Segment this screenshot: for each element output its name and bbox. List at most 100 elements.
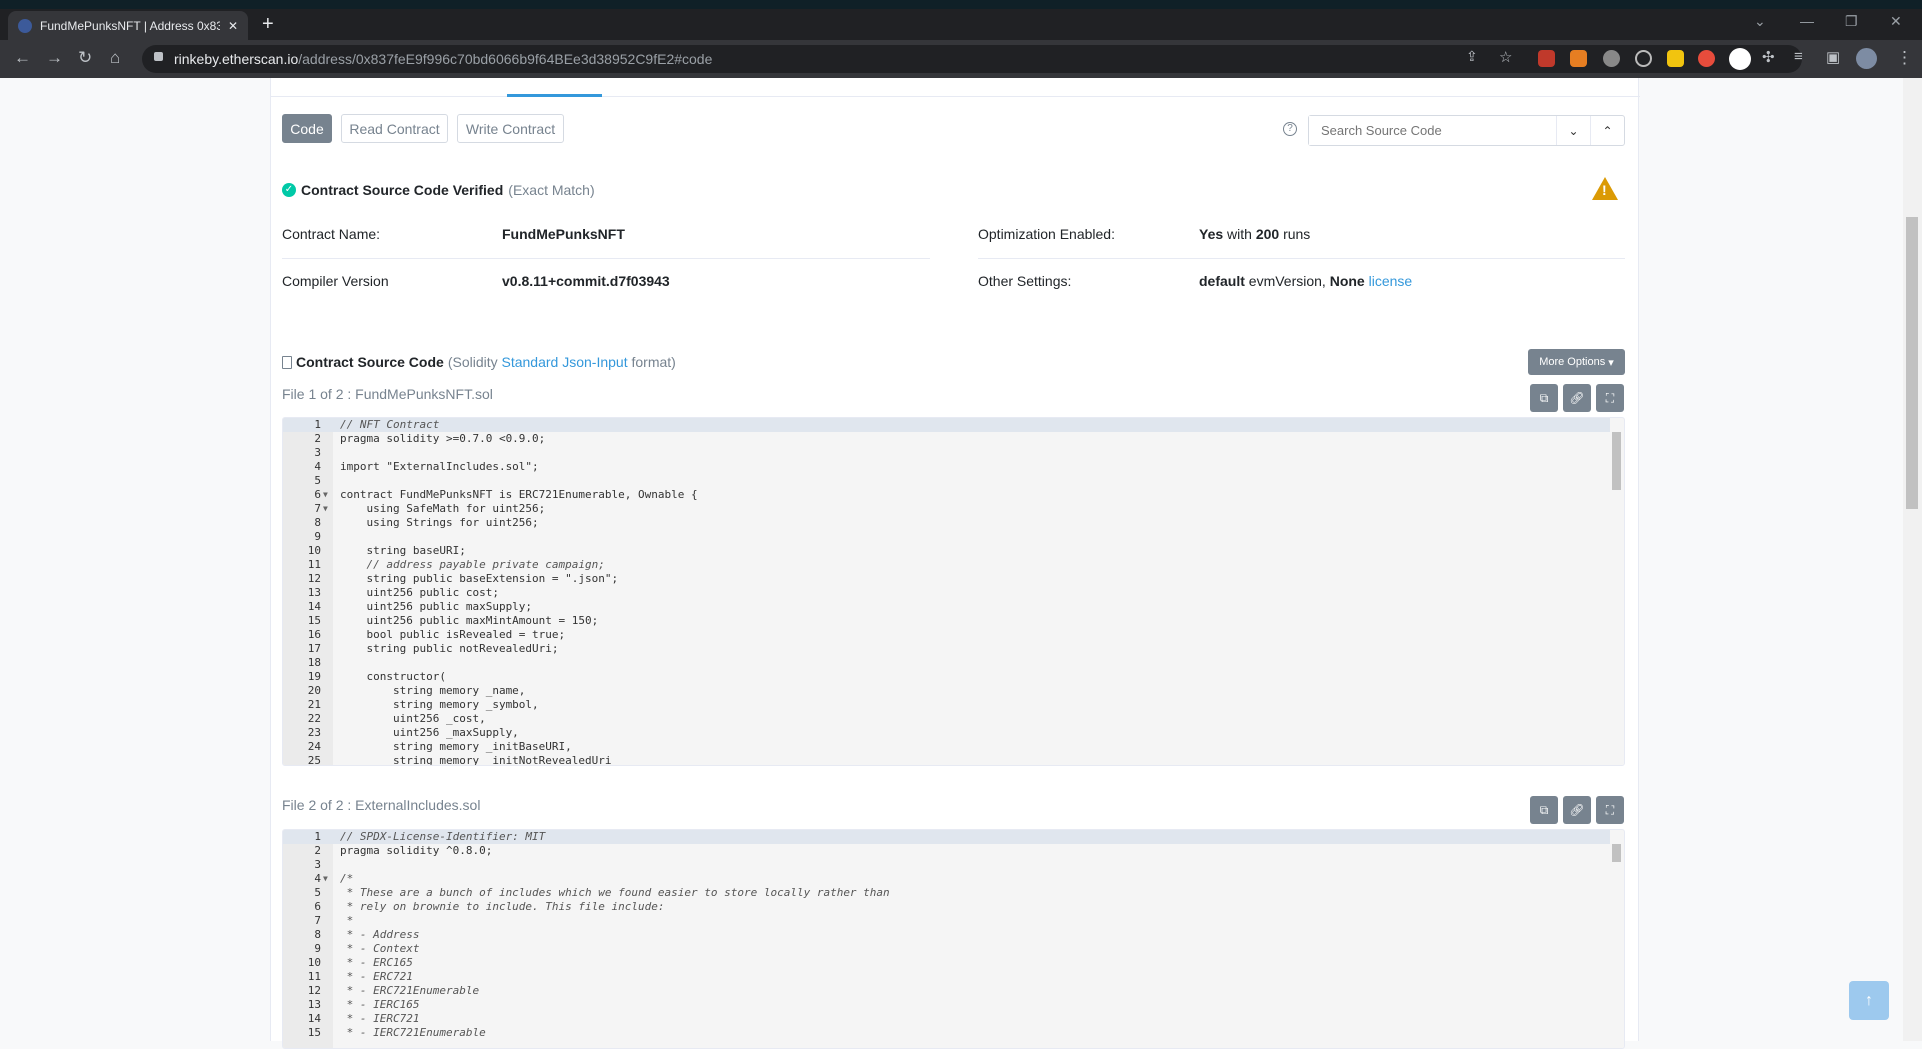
code-text: uint256 public cost; [340, 586, 499, 599]
standard-json-input-link[interactable]: Standard Json-Input [502, 354, 628, 370]
line-number: 24 [307, 740, 321, 753]
copy-icon[interactable]: ⧉ [1530, 796, 1558, 824]
line-number: 3 [314, 858, 321, 871]
editor-scrollbar-thumb[interactable] [1612, 432, 1621, 490]
extension-icon[interactable] [1667, 50, 1684, 67]
profile-avatar[interactable] [1856, 48, 1877, 69]
code-editor-file-2[interactable]: 1 // SPDX-License-Identifier: MIT 2 pragma … [282, 829, 1625, 1049]
verified-title: Contract Source Code Verified [301, 182, 504, 198]
code-line: 11 * - ERC721 [283, 970, 1624, 984]
tab-write-contract[interactable]: Write Contract [457, 114, 564, 143]
code-line: 2 pragma solidity ^0.8.0; [283, 844, 1624, 858]
browser-tab[interactable]: FundMePunksNFT | Address 0x837fe ✕ [8, 11, 248, 40]
menu-kebab-icon[interactable]: ⋮ [1896, 48, 1913, 68]
reading-list-icon[interactable]: ≡ [1794, 48, 1803, 65]
extension-icon[interactable] [1538, 50, 1555, 67]
copy-icon[interactable]: ⧉ [1530, 384, 1558, 412]
lock-icon [154, 52, 163, 61]
code-text: * - Context [340, 942, 420, 955]
code-line: 25 string memory _initNotRevealedUri [283, 754, 1624, 765]
line-number: 15 [307, 1026, 321, 1039]
code-text: pragma solidity >=0.7.0 <0.9.0; [340, 432, 546, 445]
extension-icon[interactable] [1698, 50, 1715, 67]
bookmark-star-icon[interactable]: ☆ [1499, 48, 1512, 66]
code-line: 15 uint256 public maxMintAmount = 150; [283, 614, 1624, 628]
page-scrollbar-thumb[interactable] [1906, 217, 1918, 509]
back-icon[interactable]: ← [14, 48, 31, 68]
code-line: 10 * - ERC165 [283, 956, 1624, 970]
compiler-version-label: Compiler Version [282, 273, 389, 289]
code-line: 6 ▼ contract FundMePunksNFT is ERC721Enume… [283, 488, 1624, 502]
close-window-icon[interactable]: ✕ [1890, 13, 1902, 30]
editor-scrollbar-thumb[interactable] [1612, 844, 1621, 862]
extensions-puzzle-icon[interactable]: ✣ [1762, 48, 1775, 66]
reload-icon[interactable]: ↻ [78, 48, 92, 68]
extension-icon[interactable] [1635, 50, 1652, 67]
license-link[interactable]: license [1369, 273, 1413, 289]
code-line: 21 string memory _symbol, [283, 698, 1624, 712]
minimize-icon[interactable]: — [1800, 13, 1814, 29]
chevron-down-icon[interactable]: ⌄ [1556, 116, 1590, 145]
link-icon[interactable]: 🔗︎ [1563, 796, 1591, 824]
code-editor-file-1[interactable]: 1 // NFT Contract 2 pragma solidity >=0.7.0… [282, 417, 1625, 766]
extension-icon[interactable] [1603, 50, 1620, 67]
metamask-icon[interactable] [1570, 50, 1587, 67]
line-number: 12 [307, 984, 321, 997]
tab-search-icon[interactable]: ⌄ [1754, 13, 1766, 30]
home-icon[interactable]: ⌂ [110, 48, 120, 68]
editor-scrollbar[interactable] [1610, 830, 1624, 1048]
code-line: 14 uint256 public maxSupply; [283, 600, 1624, 614]
line-number: 14 [307, 1012, 321, 1025]
divider [282, 258, 930, 259]
code-text: /* [340, 872, 354, 885]
tab-read-contract[interactable]: Read Contract [341, 114, 448, 143]
code-line: 15 * - IERC721Enumerable [283, 1026, 1624, 1040]
fold-arrow-icon[interactable]: ▼ [323, 488, 328, 502]
code-line: 9 * - Context [283, 942, 1624, 956]
code-line: 19 constructor( [283, 670, 1624, 684]
new-tab-button[interactable]: + [262, 13, 274, 36]
line-number: 14 [307, 600, 321, 613]
editor-scrollbar[interactable] [1610, 418, 1624, 765]
tab-title: FundMePunksNFT | Address 0x837fe [40, 18, 220, 33]
code-text: * - ERC721Enumerable [340, 984, 480, 997]
contract-name-value: FundMePunksNFT [502, 226, 625, 242]
line-number: 11 [307, 970, 321, 983]
link-icon[interactable]: 🔗︎ [1563, 384, 1591, 412]
line-number: 12 [307, 572, 321, 585]
code-text: import "ExternalIncludes.sol"; [340, 460, 539, 473]
fold-arrow-icon[interactable]: ▼ [323, 502, 328, 516]
help-icon[interactable]: ? [1283, 122, 1297, 136]
restore-icon[interactable]: ❐ [1845, 13, 1858, 30]
line-number: 15 [307, 614, 321, 627]
extension-icon[interactable] [1729, 48, 1751, 70]
back-to-top-button[interactable]: ↑ [1849, 981, 1889, 1020]
code-line: 8 using Strings for uint256; [283, 516, 1624, 530]
code-line: 1 // NFT Contract [283, 418, 1624, 432]
side-panel-icon[interactable]: ▣ [1826, 48, 1840, 66]
share-icon[interactable]: ⇪ [1466, 48, 1478, 65]
forward-icon[interactable]: → [46, 48, 63, 68]
close-tab-icon[interactable]: ✕ [228, 19, 238, 33]
search-input[interactable] [1309, 116, 1556, 145]
line-number: 7 [314, 914, 321, 927]
source-title: Contract Source Code [296, 354, 444, 370]
tab-code[interactable]: Code [282, 114, 332, 143]
fullscreen-icon[interactable]: ⛶ [1596, 384, 1624, 412]
warning-icon[interactable]: ! [1592, 177, 1618, 200]
chevron-up-icon[interactable]: ⌃ [1590, 116, 1624, 145]
code-text: * - IERC721Enumerable [340, 1026, 486, 1039]
line-number: 16 [307, 628, 321, 641]
line-number: 23 [307, 726, 321, 739]
code-line: 3 [283, 858, 1624, 872]
fullscreen-icon[interactable]: ⛶ [1596, 796, 1624, 824]
more-options-button[interactable]: More Options ▾ [1528, 349, 1625, 375]
fold-arrow-icon[interactable]: ▼ [323, 872, 328, 886]
line-number: 13 [307, 998, 321, 1011]
code-line: 5 * These are a bunch of includes which … [283, 886, 1624, 900]
check-circle-icon: ✓ [282, 183, 296, 197]
code-text: using SafeMath for uint256; [340, 502, 546, 515]
code-line: 10 string baseURI; [283, 544, 1624, 558]
browser-toolbar: ← → ↻ ⌂ rinkeby.etherscan.io/address/0x8… [0, 40, 1922, 78]
code-text: // address payable private campaign; [340, 558, 605, 571]
